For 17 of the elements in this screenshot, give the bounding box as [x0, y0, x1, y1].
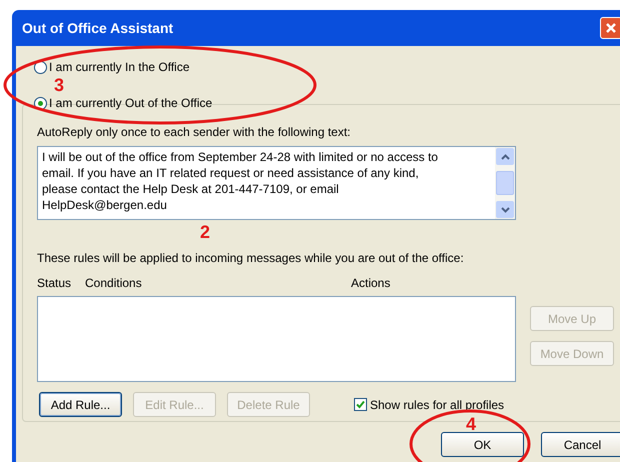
column-header[interactable]: Status — [37, 274, 85, 292]
annotation-number: 3 — [54, 74, 64, 97]
column-header[interactable]: Actions — [351, 274, 390, 292]
rules-caption: These rules will be applied to incoming messages while you are out of the office: — [37, 250, 465, 267]
button[interactable]: OK — [441, 432, 524, 457]
window-title: Out of Office Assistant — [22, 18, 174, 38]
column-header[interactable]: Conditions — [85, 274, 351, 292]
radio-label[interactable]: I am currently Out of the Office — [49, 94, 212, 112]
close-icon[interactable] — [600, 17, 620, 39]
annotation-number: 2 — [200, 221, 210, 244]
field-label: AutoReply only once to each sender with the following text: — [37, 124, 352, 141]
checkbox-label[interactable]: Show rules for all profiles — [370, 396, 504, 414]
checkbox[interactable] — [354, 398, 367, 411]
rules-list[interactable] — [37, 296, 516, 382]
button[interactable]: Add Rule... — [39, 392, 122, 417]
radio-label[interactable]: I am currently In the Office — [49, 58, 190, 76]
button[interactable]: Cancel — [541, 432, 620, 457]
